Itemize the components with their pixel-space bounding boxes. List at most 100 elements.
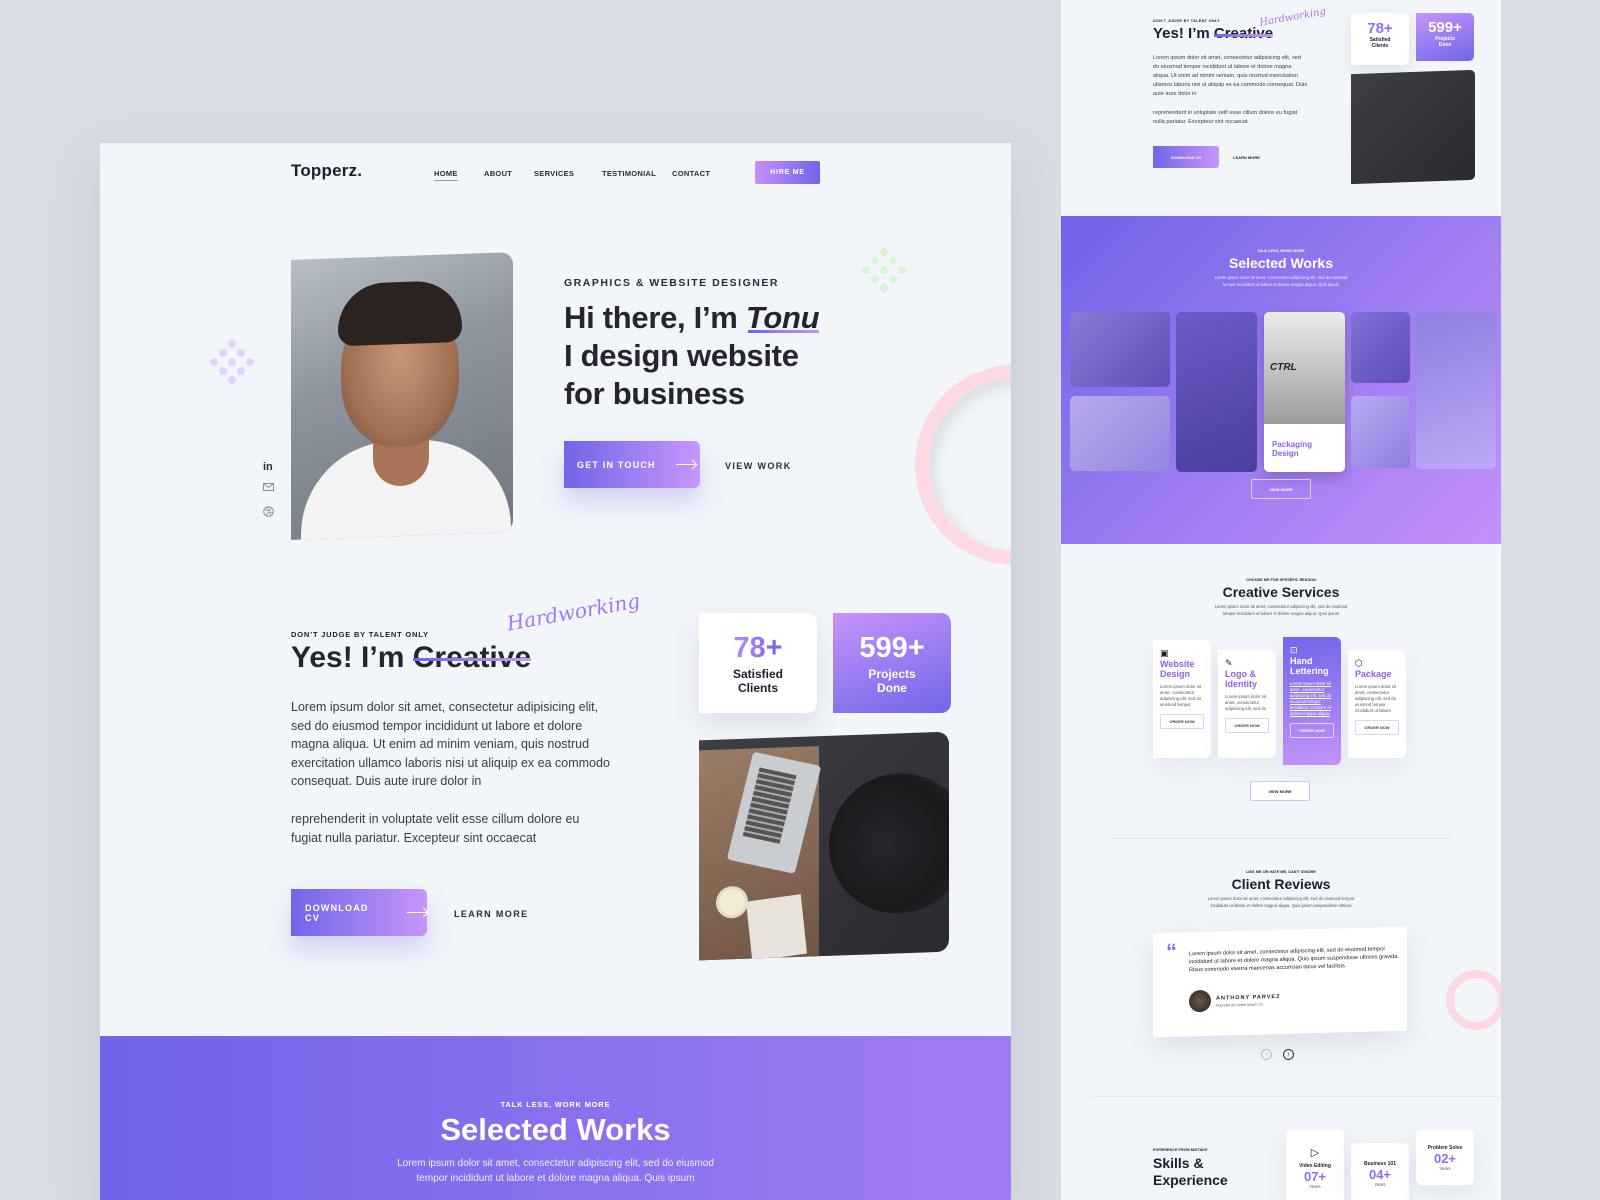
s-services-eyebrow: CHOOSE ME FOR SPESEFIC REASON (1246, 578, 1316, 582)
long-page-preview: DON’T JUDGE BY TALENT ONLY Yes! I’m Crea… (1061, 0, 1501, 1200)
reviewer-name: ANTHONY PARVEZ (1216, 993, 1281, 1002)
stat-label: Satisfied Clients (732, 666, 783, 695)
stat-card-clients: 78+ Satisfied Clients (699, 613, 817, 713)
s-about-script: Hardworking (1258, 6, 1327, 29)
text-frame-icon: ⊡ (1290, 645, 1298, 655)
arrow-right-icon (407, 912, 427, 913)
hero-eyebrow: GRAPHICS & WEBSITE DESIGNER (564, 277, 779, 289)
divider (1111, 838, 1451, 839)
decorative-dots-purple (210, 340, 254, 384)
s-works-title: Selected Works (1228, 255, 1333, 271)
hero-title: Hi there, I’m Tonu I design website for … (564, 299, 820, 413)
s-services-view-more-button[interactable]: VIEW MORE (1250, 781, 1310, 801)
linkedin-icon[interactable]: in (263, 461, 273, 473)
works-eyebrow: TALK LESS, WORK MORE (500, 1100, 611, 1109)
s-featured-label: Packaging Design (1272, 440, 1313, 458)
divider (1091, 1096, 1501, 1097)
s-stat-projects: 599+ Projects Done (1416, 13, 1474, 61)
s-services-title: Creative Services (1222, 584, 1340, 600)
work-tile-brochure[interactable] (1070, 312, 1170, 387)
about-title-script: Hardworking (504, 588, 642, 636)
order-now-button[interactable]: ORDER NOW (1355, 720, 1399, 735)
s-works-view-more-button[interactable]: VIEW MORE (1251, 479, 1311, 499)
box-icon: ⬡ (1355, 658, 1363, 668)
view-work-link[interactable]: VIEW WORK (725, 461, 792, 471)
s-featured-mock-text: CTRL (1270, 362, 1297, 373)
logo[interactable]: Topperz. (291, 161, 362, 181)
nav-services[interactable]: SERVICES (534, 169, 574, 178)
hero-portrait-image (291, 252, 513, 540)
works-description: Lorem ipsum dolor sit amet, consectetur … (397, 1158, 714, 1184)
service-card-logo-identity[interactable]: ✎ Logo & Identity Lorem ipsum dolor sit a… (1218, 650, 1276, 758)
work-tile-packaging-featured[interactable]: CTRL Packaging Design (1264, 312, 1345, 472)
about-title: Yes! I’m Creative (291, 641, 531, 675)
about-title-struck: Creative (412, 641, 532, 674)
download-cv-button[interactable]: DOWNLOAD CV (291, 889, 427, 936)
work-tile-laptop[interactable] (1351, 396, 1410, 468)
s-works-eyebrow: TALK LESS, WORK MORE (1257, 249, 1305, 253)
s-services-description: Lorem ipsum dolor sit amet, consectetur … (1214, 604, 1348, 616)
s-learn-more-link[interactable]: LEARN MORE (1233, 155, 1260, 160)
skill-card-problem-solve: Problem Solve 02+ Years (1416, 1130, 1474, 1185)
order-now-button[interactable]: ORDER NOW (1290, 723, 1334, 738)
order-now-button[interactable]: ORDER NOW (1225, 718, 1269, 733)
nav-contact[interactable]: CONTACT (672, 169, 710, 178)
s-about-eyebrow: DON’T JUDGE BY TALENT ONLY (1153, 19, 1221, 23)
prev-review-button[interactable]: ‹ (1261, 1049, 1272, 1060)
s-skills-eyebrow: EXPERIENCE FROM MISTAKE (1153, 1148, 1208, 1152)
s-download-cv-button[interactable]: DOWNLOAD CV (1153, 146, 1219, 168)
s-reviews-title: Client Reviews (1231, 876, 1331, 892)
about-paragraph-1: Lorem ipsum dolor sit amet, consectetur … (291, 700, 610, 789)
skill-card-business: Business 101 04+ Years (1351, 1143, 1409, 1200)
work-tile-swatches[interactable] (1176, 312, 1257, 472)
hero-title-name: Tonu (745, 300, 820, 335)
s-selected-works-section: TALK LESS, WORK MORE Selected Works Lore… (1061, 216, 1501, 544)
service-card-package[interactable]: ⬡ Package Lorem ipsum dolor sit amet, co… (1348, 650, 1406, 758)
stat-value: 599+ (859, 631, 925, 664)
dribbble-icon[interactable] (263, 506, 274, 520)
main-page-preview: Topperz. HOME ABOUT SERVICES TESTIMONIAL… (100, 143, 1011, 1200)
hire-me-button[interactable]: HIRE ME (755, 161, 820, 184)
stat-card-projects: 599+ Projects Done (833, 613, 951, 713)
selected-works-section: TALK LESS, WORK MORE Selected Works Lore… (100, 1036, 1011, 1200)
work-tile-stationery[interactable] (1351, 312, 1410, 383)
about-eyebrow: DON’T JUDGE BY TALENT ONLY (291, 630, 429, 639)
work-tile-boxes[interactable] (1070, 396, 1170, 471)
work-tile-posters[interactable] (1416, 312, 1496, 469)
get-in-touch-button[interactable]: GET IN TOUCH (564, 441, 700, 488)
review-card: “ Lorem ipsum dolor sit amet, consectetu… (1153, 926, 1407, 1038)
s-about-title: Yes! I’m Creative (1153, 25, 1274, 42)
reviewer-avatar (1189, 989, 1211, 1013)
arrow-right-icon (675, 464, 696, 465)
browser-icon: ▣ (1160, 648, 1169, 658)
nav-about[interactable]: ABOUT (484, 169, 512, 178)
get-in-touch-label: GET IN TOUCH (577, 459, 656, 470)
s-decorative-ring (1446, 970, 1501, 1030)
nav-testimonial[interactable]: TESTIMONIAL (602, 169, 656, 178)
quote-icon: “ (1166, 938, 1177, 964)
service-card-hand-lettering[interactable]: ⊡ Hand Lettering Lorem ipsum dolor sit am… (1283, 637, 1341, 765)
s-about-paragraph-1: Lorem ipsum dolor sit amet, consectetur … (1153, 55, 1308, 97)
about-paragraph-2: reprehenderit in voluptate velit esse ci… (291, 812, 580, 845)
hero-title-line3: for business (564, 376, 745, 411)
s-about-paragraph-2: reprehenderit in voluptate velit esse ci… (1153, 110, 1298, 125)
order-now-button[interactable]: ORDER NOW (1160, 714, 1204, 729)
download-cv-label: DOWNLOAD CV (305, 902, 369, 923)
stat-label: Projects Done (868, 666, 916, 695)
mail-icon[interactable] (263, 483, 274, 494)
hero-title-prefix: Hi there, I’m (564, 300, 746, 335)
s-workspace-photo (1351, 69, 1475, 185)
next-review-button[interactable]: › (1283, 1049, 1294, 1060)
s-skills-title: Skills & Experience (1153, 1155, 1228, 1188)
reviewer-role: Founder of Lorem Ipsum co. (1216, 1002, 1264, 1008)
decorative-ring (915, 365, 1011, 565)
workspace-photo (699, 731, 949, 961)
learn-more-link[interactable]: LEARN MORE (454, 909, 529, 919)
s-reviews-description: Lorem ipsum dolor sit amet, consectetur … (1207, 896, 1355, 908)
service-card-website-design[interactable]: ▣ Website Design Lorem ipsum dolor sit am… (1153, 640, 1211, 758)
nav-home[interactable]: HOME (434, 169, 458, 181)
decorative-dots-green (862, 248, 906, 292)
works-title: Selected Works (440, 1112, 671, 1147)
about-title-prefix: Yes! I’m (291, 641, 413, 674)
s-works-description: Lorem ipsum dolor sit amet, consectetur … (1214, 275, 1348, 287)
